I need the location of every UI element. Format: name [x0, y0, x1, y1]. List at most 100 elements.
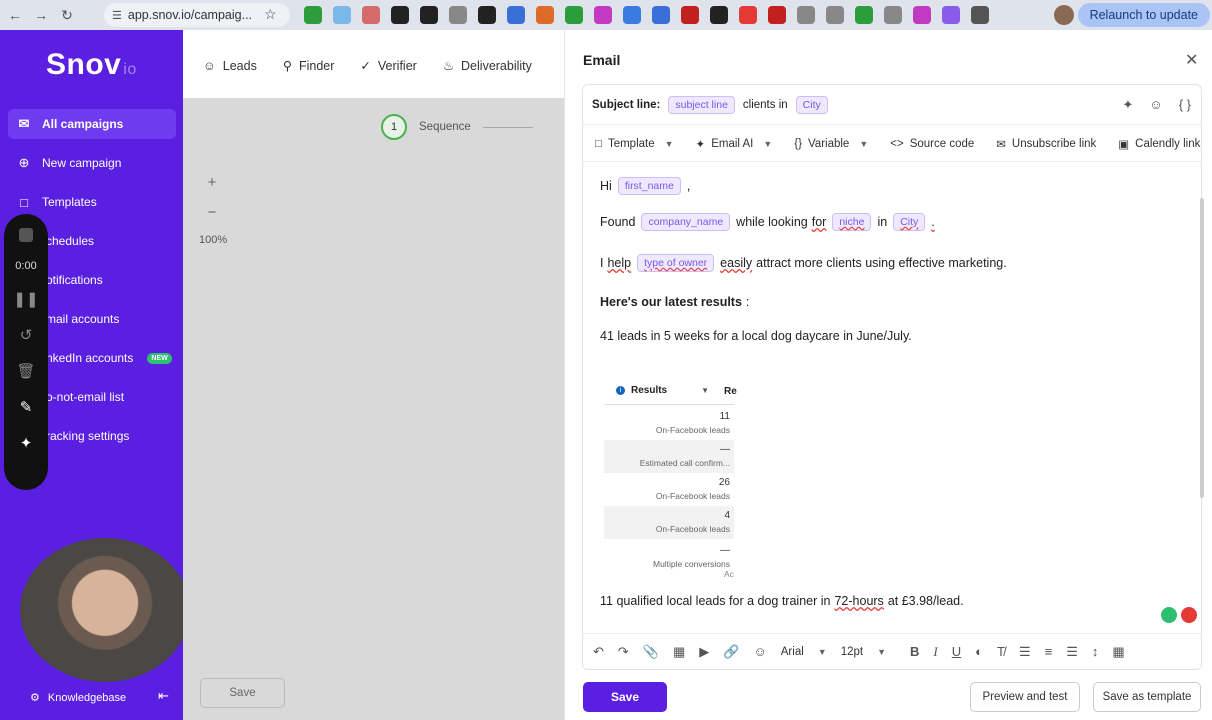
align-icon[interactable]: ☰	[1066, 644, 1078, 660]
font-size-select[interactable]: 12pt ▼	[841, 646, 886, 658]
sidebar-item-all-campaigns[interactable]: ✉ All campaigns	[8, 109, 176, 139]
result-value: —	[720, 545, 730, 556]
browser-extension-icon[interactable]	[681, 6, 699, 24]
forward-icon[interactable]: →	[30, 4, 52, 26]
browser-extension-icon[interactable]	[565, 6, 583, 24]
canvas-save-button[interactable]: Save	[200, 678, 285, 708]
source-code-button[interactable]: <> Source code	[890, 138, 974, 150]
save-as-template-button[interactable]: Save as template	[1093, 682, 1201, 712]
link-icon[interactable]: 🔗	[723, 644, 739, 660]
nav-deliverability[interactable]: ♨ Deliverability	[443, 58, 532, 74]
extension-badge-icon[interactable]	[1181, 607, 1197, 623]
calendly-link-button[interactable]: ▣ Calendly link	[1118, 137, 1200, 151]
email-body[interactable]: Hi first_name , Found company_name while…	[600, 177, 1190, 637]
underline-icon[interactable]: U	[952, 644, 961, 659]
clear-format-icon[interactable]: T̸	[997, 644, 1005, 659]
browser-extension-icon[interactable]	[333, 6, 351, 24]
browser-extension-icon[interactable]	[710, 6, 728, 24]
browser-extension-icon[interactable]	[478, 6, 496, 24]
relaunch-button[interactable]: Relaunch to update	[1077, 3, 1210, 27]
browser-extension-icon[interactable]	[536, 6, 554, 24]
browser-extension-icon[interactable]	[913, 6, 931, 24]
image-icon[interactable]: ▦	[673, 644, 685, 660]
browser-extension-icon[interactable]	[971, 6, 989, 24]
subject-line-row[interactable]: Subject line: subject line clients in Ci…	[583, 85, 1201, 125]
address-bar[interactable]: ☰ app.snov.io/campaig...	[104, 3, 290, 27]
nav-leads[interactable]: ☺ Leads	[203, 58, 257, 73]
line-height-icon[interactable]: ↕	[1092, 644, 1099, 659]
browser-extension-icon[interactable]	[449, 6, 467, 24]
unsubscribe-link-button[interactable]: ✉ Unsubscribe link	[996, 137, 1096, 151]
variable-chip[interactable]: niche	[832, 213, 872, 231]
body-text: Found	[600, 215, 636, 229]
table-icon[interactable]: ▦	[1112, 644, 1124, 660]
trash-icon[interactable]: 🗑	[16, 362, 35, 380]
video-icon[interactable]: ▶	[699, 644, 709, 660]
results-screenshot[interactable]: i Results ▼ Re 11 On-Facebook leads — Es…	[604, 377, 737, 591]
browser-extension-icon[interactable]	[768, 6, 786, 24]
browser-extension-icon[interactable]	[304, 6, 322, 24]
bullet-list-icon[interactable]: ☰	[1019, 644, 1031, 660]
results-side-text: Ac	[724, 569, 734, 579]
emoji-icon[interactable]: ☺	[1149, 97, 1162, 113]
zoom-out-button[interactable]: −	[200, 201, 224, 223]
variable-chip[interactable]: subject line	[668, 95, 735, 114]
site-info-icon[interactable]: ☰	[112, 9, 122, 22]
variable-chip[interactable]: company_name	[641, 213, 731, 231]
emoji-icon[interactable]: ☺	[753, 644, 766, 659]
variable-chip[interactable]: first_name	[617, 177, 681, 195]
browser-extension-icon[interactable]	[942, 6, 960, 24]
nav-verifier[interactable]: ✓ Verifier	[360, 58, 416, 74]
browser-extension-icon[interactable]	[362, 6, 380, 24]
variable-braces-icon[interactable]: { }	[1179, 97, 1191, 113]
browser-extension-icon[interactable]	[855, 6, 873, 24]
numbered-list-icon[interactable]: ≡	[1045, 644, 1053, 659]
browser-extension-icon[interactable]	[739, 6, 757, 24]
browser-extension-icon[interactable]	[652, 6, 670, 24]
preview-and-test-button[interactable]: Preview and test	[970, 682, 1080, 712]
sidebar-item-new-campaign[interactable]: ⊕ New campaign	[8, 148, 176, 178]
template-dropdown[interactable]: □ Template ▼	[595, 138, 674, 150]
magic-wand-icon[interactable]: ✦	[1123, 97, 1134, 113]
snov-logo[interactable]: Snov io	[46, 48, 137, 82]
back-icon[interactable]: ←	[4, 4, 26, 26]
nav-finder[interactable]: ⚲ Finder	[283, 58, 335, 74]
editor-scrollbar[interactable]	[1200, 198, 1204, 498]
bookmark-star-icon[interactable]: ☆	[264, 6, 277, 23]
pencil-icon[interactable]: ✎	[20, 398, 33, 416]
magic-wand-icon[interactable]: ✦	[20, 434, 33, 452]
zoom-in-button[interactable]: +	[200, 171, 224, 193]
step-sequence[interactable]: 1 Sequence	[381, 114, 533, 140]
save-button[interactable]: Save	[583, 682, 667, 712]
grammarly-icon[interactable]	[1161, 607, 1177, 623]
stop-recording-icon[interactable]	[19, 228, 33, 242]
italic-icon[interactable]: I	[933, 644, 937, 660]
sidebar-item-templates[interactable]: □ Templates	[8, 187, 176, 217]
profile-avatar[interactable]	[1054, 5, 1074, 25]
pause-icon[interactable]: ❚❚	[13, 290, 38, 308]
undo-icon[interactable]: ↶	[593, 644, 604, 660]
browser-extension-icon[interactable]	[623, 6, 641, 24]
text-color-icon[interactable]: ◐	[975, 644, 983, 659]
knowledgebase-link[interactable]: ⚙ Knowledgebase	[30, 691, 126, 705]
browser-extension-icon[interactable]	[391, 6, 409, 24]
collapse-sidebar-icon[interactable]: ⇤	[158, 688, 169, 704]
browser-extension-icon[interactable]	[797, 6, 815, 24]
bold-icon[interactable]: B	[910, 644, 919, 659]
font-family-select[interactable]: Arial ▼	[781, 646, 827, 658]
email-ai-dropdown[interactable]: ✦ Email AI ▼	[696, 137, 773, 151]
browser-extension-icon[interactable]	[826, 6, 844, 24]
browser-extension-icon[interactable]	[884, 6, 902, 24]
close-icon[interactable]: ✕	[1185, 50, 1198, 70]
reload-icon[interactable]: ↻	[56, 4, 78, 26]
variable-chip[interactable]: City	[795, 95, 828, 114]
variable-chip[interactable]: City	[893, 213, 926, 231]
attachment-icon[interactable]: 📎	[643, 644, 659, 660]
browser-extension-icon[interactable]	[420, 6, 438, 24]
browser-extension-icon[interactable]	[594, 6, 612, 24]
redo-icon[interactable]: ↷	[618, 644, 629, 660]
browser-extension-icon[interactable]	[507, 6, 525, 24]
variable-chip[interactable]: type of owner	[637, 254, 715, 272]
restart-icon[interactable]: ↺	[20, 326, 33, 344]
variable-dropdown[interactable]: {} Variable ▼	[794, 138, 868, 150]
